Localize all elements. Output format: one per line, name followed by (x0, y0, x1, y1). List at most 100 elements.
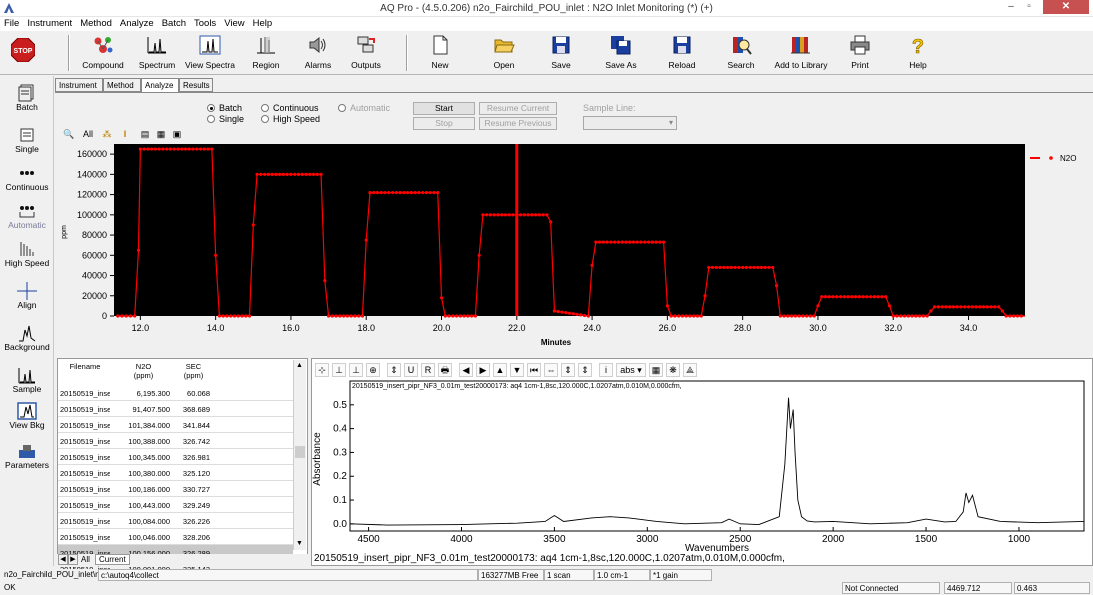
maximize-button[interactable]: ▫ (1021, 0, 1037, 14)
print-tool-button[interactable]: 🖶 (438, 363, 452, 377)
scroll-thumb[interactable] (295, 446, 305, 458)
baseline-tool-button[interactable]: ⊥ (332, 363, 346, 377)
peak-pick-tool-button[interactable]: ⊹ (315, 363, 329, 377)
n2o-data-point (605, 240, 609, 244)
menu-help[interactable]: Help (249, 17, 277, 29)
copy-view-button[interactable]: ▣ (169, 127, 185, 142)
alarms-button[interactable]: Alarms (298, 33, 338, 73)
table-row[interactable]: 20150519_inse 100,380.000 325.120 (58, 465, 293, 481)
table-row[interactable]: 20150519_inse 100,388.000 326.742 (58, 433, 293, 449)
expand-tool-button[interactable]: ⇔ (544, 363, 558, 377)
cursor-button[interactable]: I (117, 127, 133, 142)
next-tool-button[interactable]: ▶ (476, 363, 490, 377)
zoom-all-button[interactable]: All (79, 127, 97, 142)
new-button[interactable]: New (422, 33, 458, 73)
first-tool-button[interactable]: ⏮ (527, 363, 541, 377)
menu-analyze[interactable]: Analyze (116, 17, 158, 29)
table-row[interactable]: 20150519_inse 100,443.000 329.249 (58, 497, 293, 513)
open-button[interactable]: Open (484, 33, 524, 73)
sheet-prev-icon[interactable]: ◀ (58, 554, 68, 565)
region-button[interactable]: Region (244, 33, 288, 73)
table-row[interactable]: 20150519_inse 91,407.500 368.689 (58, 401, 293, 417)
table-row[interactable]: 20150519_inse 100,084.000 326.226 (58, 513, 293, 529)
menu-tools[interactable]: Tools (190, 17, 220, 29)
tab-analyze[interactable]: Analyze (141, 78, 179, 93)
table-view-button[interactable]: ▤ (137, 127, 153, 142)
batch-radio[interactable]: Batch (207, 103, 242, 113)
print-button[interactable]: Print (842, 33, 878, 73)
tab-instrument[interactable]: Instrument (55, 78, 103, 92)
table-vertical-scrollbar[interactable]: ▲ ▼ (293, 360, 306, 550)
undo-tool-button[interactable]: U (404, 363, 418, 377)
baseline-2-tool-button[interactable]: ⊥ (349, 363, 363, 377)
sidebar-item-batch[interactable]: Batch (0, 84, 54, 112)
menu-instrument[interactable]: Instrument (23, 17, 76, 29)
sheet-tab-all[interactable]: All (81, 555, 90, 564)
sample-line-select[interactable]: ▾ (583, 116, 677, 130)
abs-select-tool-button[interactable]: abs ▾ (616, 363, 646, 377)
stop-analysis-button[interactable]: Stop (413, 117, 475, 130)
scroll-down-icon[interactable]: ▼ (296, 540, 303, 547)
resume-previous-button[interactable]: Resume Previous (479, 117, 557, 130)
column-header-n2o[interactable]: N2O (ppm) (116, 362, 171, 380)
y-tick-label: 0.5 (333, 400, 347, 411)
single-radio[interactable]: Single (207, 114, 244, 124)
automatic-radio[interactable]: Automatic (338, 103, 390, 113)
start-button[interactable]: Start (413, 102, 475, 115)
add-to-library-button[interactable]: Add to Library (768, 33, 834, 73)
zoom-region-tool-button[interactable]: ⊕ (366, 363, 380, 377)
redo-tool-button[interactable]: R (421, 363, 435, 377)
sidebar-item-view-bkg[interactable]: View Bkg (0, 402, 54, 430)
prev-tool-button[interactable]: ◀ (459, 363, 473, 377)
zoom-magnifier-button[interactable]: 🔍 (61, 127, 77, 142)
sample-spectrum-icon (18, 368, 35, 384)
close-button[interactable]: ✕ (1043, 0, 1089, 14)
resume-current-button[interactable]: Resume Current (479, 102, 557, 115)
markers-button[interactable]: ⁂ (99, 127, 115, 142)
concentration-trend-chart[interactable]: 12.0 14.0 16.0 18.0 20.0 22.0 24.0 26.0 28.0 30.0… (0, 142, 1093, 352)
n2o-data-point (880, 295, 884, 299)
sidebar-item-parameters[interactable]: Parameters (0, 442, 54, 470)
spectrum-button[interactable]: Spectrum (134, 33, 180, 73)
table-row[interactable]: 20150519_inse 100,345.000 326.981 (58, 449, 293, 465)
reset-tool-button[interactable]: ⇕ (578, 363, 592, 377)
overlay-tool-button[interactable]: ⟁ (683, 363, 697, 377)
minimize-button[interactable]: – (1003, 0, 1019, 14)
help-button[interactable]: ? Help (900, 33, 936, 73)
absorbance-spectrum-chart[interactable]: 4500 4000 3500 3000 2500 2000 1500 10000.00.10.… (312, 379, 1092, 565)
grid-view-button[interactable]: ▦ (153, 127, 169, 142)
column-header-sec[interactable]: SEC (ppm) (171, 362, 216, 380)
menu-method[interactable]: Method (76, 17, 116, 29)
color-tool-button[interactable]: ❋ (666, 363, 680, 377)
table-row[interactable]: 20150519_inse 100,186.000 330.727 (58, 481, 293, 497)
column-header-filename[interactable]: Filename (60, 362, 110, 371)
info-tool-button[interactable]: i (599, 363, 613, 377)
table-row[interactable]: 20150519_inse 6,195.300 60.068 (58, 385, 293, 401)
fit-tool-button[interactable]: ⇕ (561, 363, 575, 377)
scroll-up-icon[interactable]: ▲ (296, 362, 303, 369)
continuous-radio[interactable]: Continuous (261, 103, 319, 113)
table-row[interactable]: 20150519_inse 100,046.000 328.206 (58, 529, 293, 545)
table-tool-button[interactable]: ▦ (649, 363, 663, 377)
menu-view[interactable]: View (220, 17, 248, 29)
sheet-next-icon[interactable]: ▶ (68, 554, 78, 565)
save-as-button[interactable]: Save As (598, 33, 644, 73)
menu-file[interactable]: File (0, 17, 23, 29)
menu-batch[interactable]: Batch (158, 17, 190, 29)
reload-button[interactable]: Reload (662, 33, 702, 73)
search-button[interactable]: Search (722, 33, 760, 73)
sidebar-item-sample[interactable]: Sample (0, 366, 54, 394)
outputs-button[interactable]: Outputs (346, 33, 386, 73)
down-tool-button[interactable]: ▼ (510, 363, 524, 377)
high-speed-radio[interactable]: High Speed (261, 114, 320, 124)
tab-results[interactable]: Results (179, 78, 213, 92)
up-tool-button[interactable]: ▲ (493, 363, 507, 377)
save-button[interactable]: Save (543, 33, 579, 73)
stop-button[interactable]: STOP (6, 33, 40, 73)
view-spectra-button[interactable]: View Spectra (182, 33, 238, 73)
compound-button[interactable]: Compound (78, 33, 128, 73)
table-row[interactable]: 20150519_inse 101,384.000 341.844 (58, 417, 293, 433)
tab-method[interactable]: Method (103, 78, 141, 92)
zoom-vertical-tool-button[interactable]: ⇕ (387, 363, 401, 377)
sheet-tab-current[interactable]: Current (95, 554, 130, 565)
